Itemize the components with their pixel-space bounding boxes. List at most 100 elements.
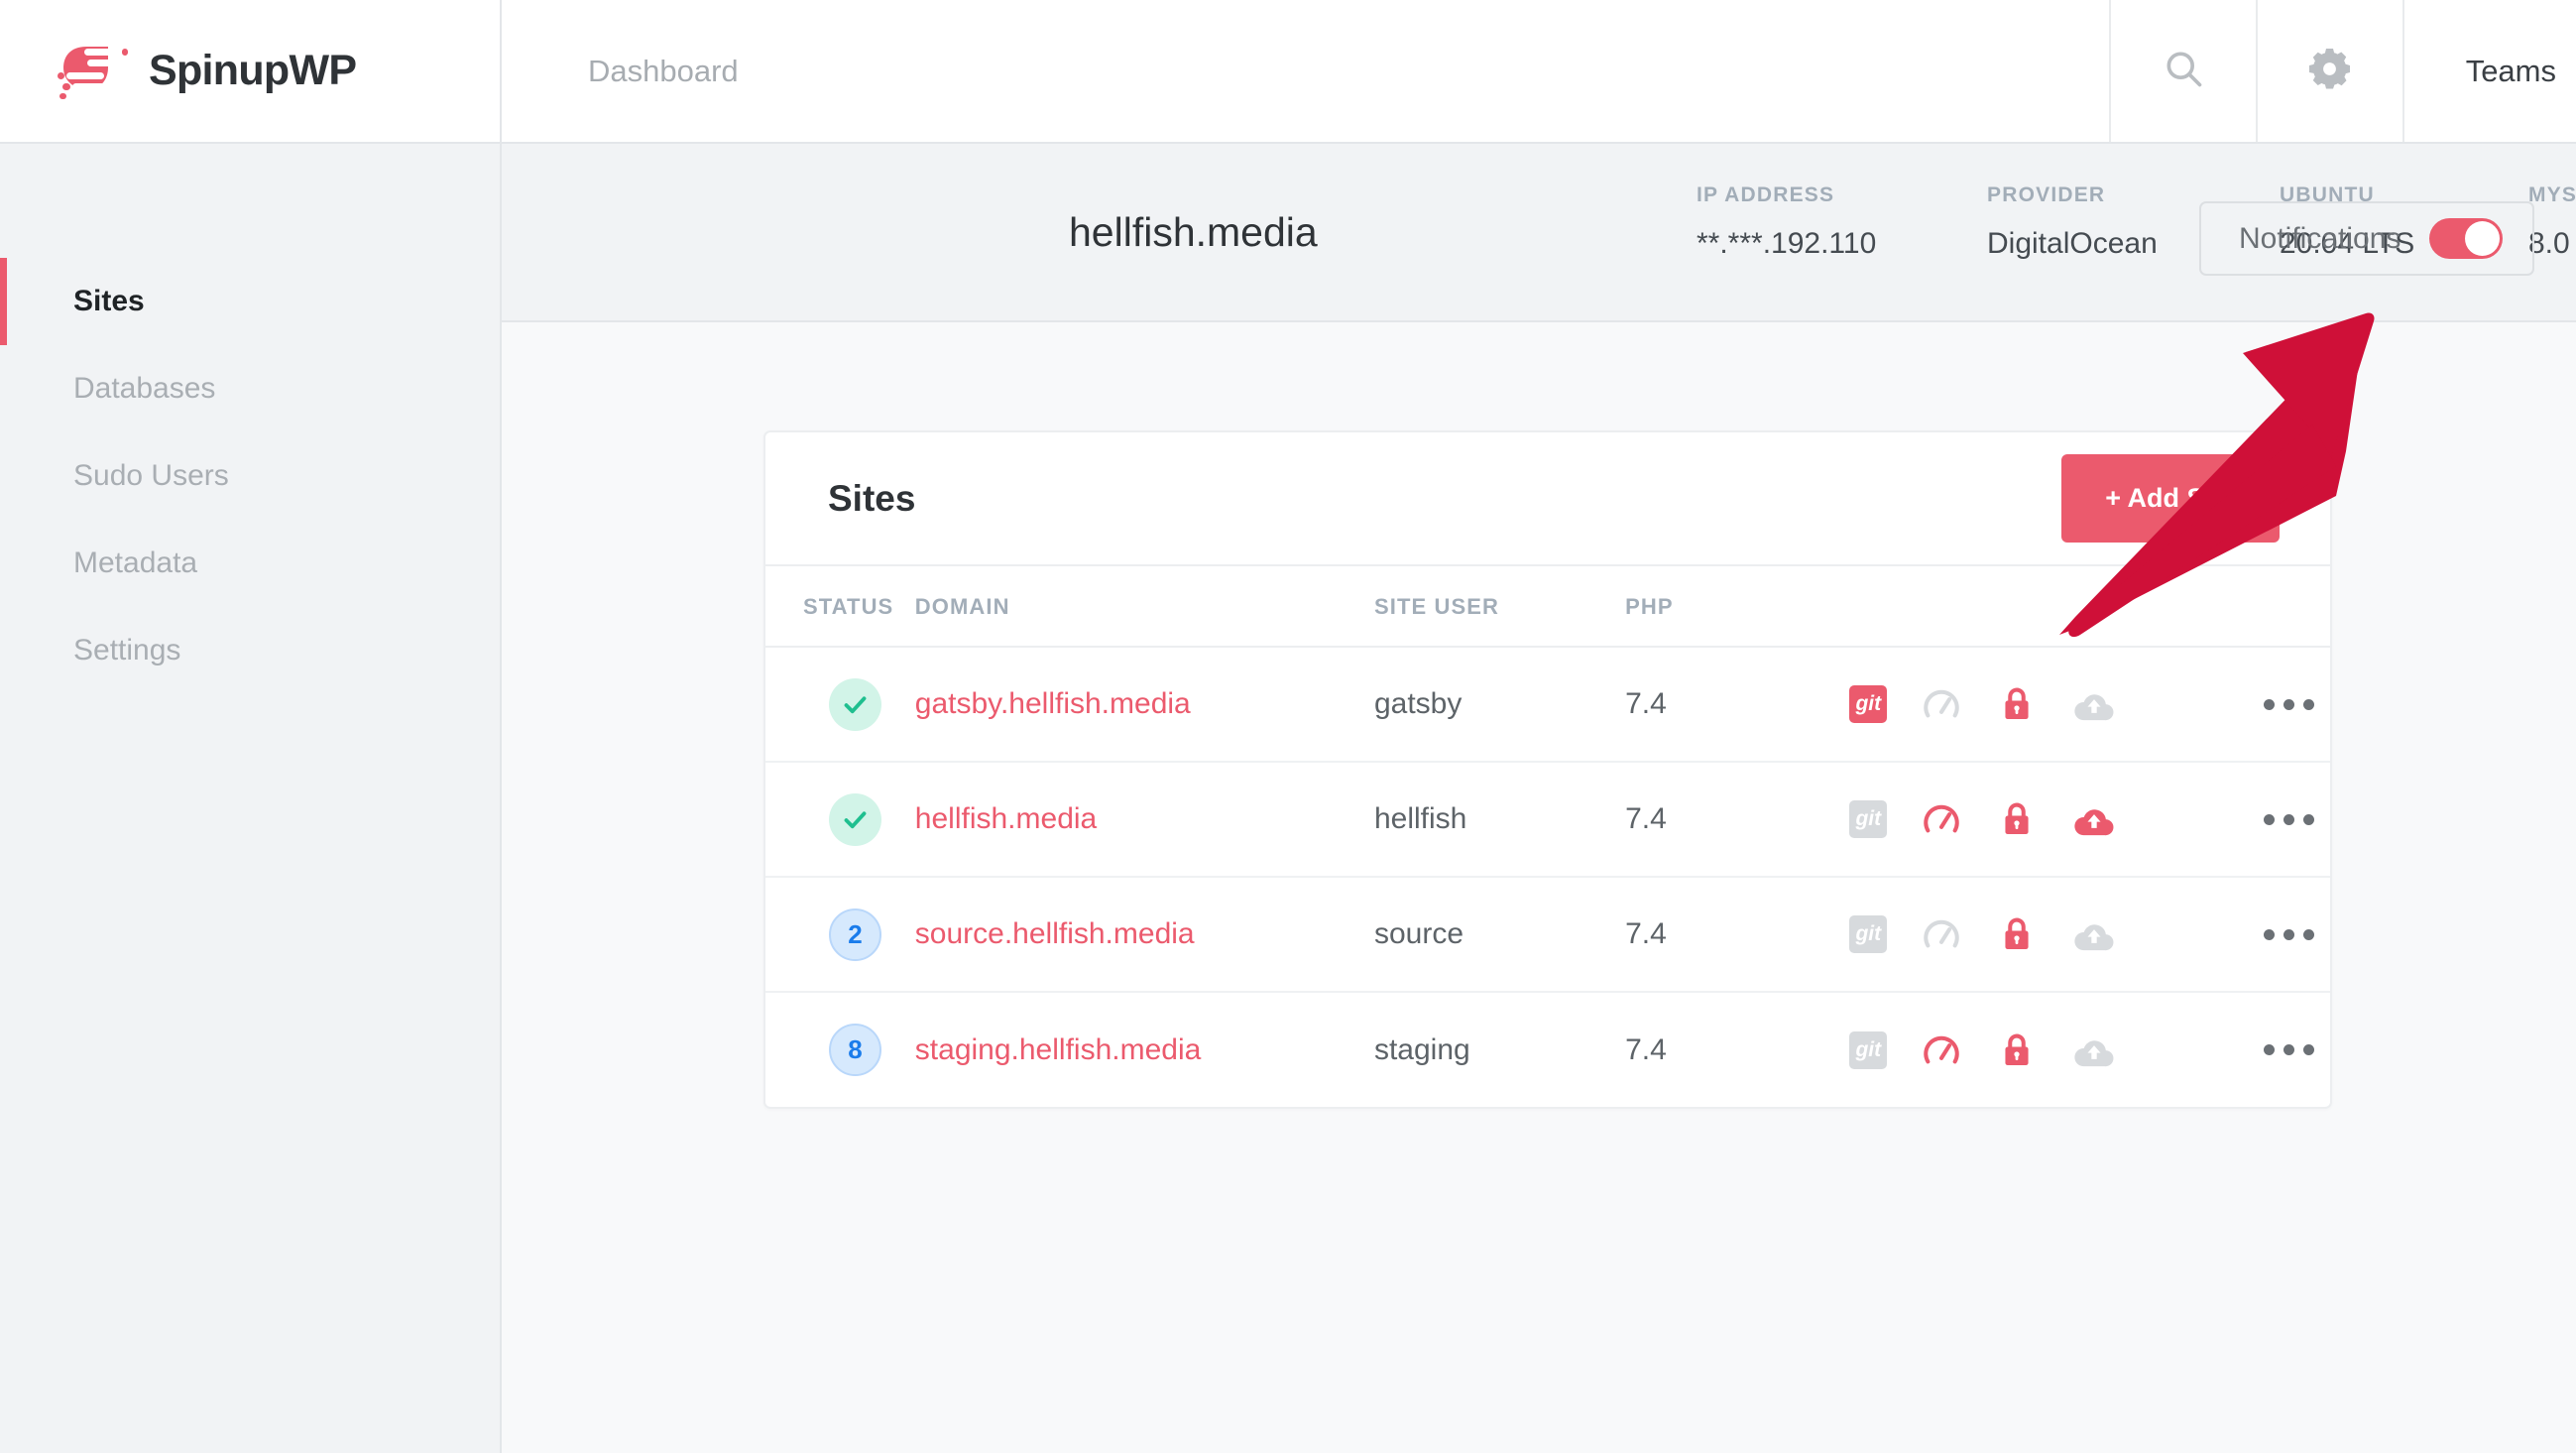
- status-badge-count: 2: [829, 908, 881, 961]
- backup-cloud-icon[interactable]: [2071, 913, 2114, 955]
- cell-domain[interactable]: source.hellfish.media: [914, 877, 1374, 993]
- cell-site-user: source: [1373, 877, 1626, 993]
- ellipsis-icon[interactable]: [2202, 1044, 2330, 1055]
- status-badge-count: 8: [829, 1024, 881, 1076]
- cell-domain[interactable]: staging.hellfish.media: [915, 992, 1374, 1107]
- cell-status: [765, 647, 915, 763]
- sidebar-item-label: Settings: [73, 634, 181, 666]
- check-icon: [844, 810, 867, 828]
- card-title: Sites: [828, 477, 916, 519]
- cell-site-user: hellfish: [1373, 762, 1626, 878]
- sidebar-item-label: Databases: [73, 372, 216, 405]
- git-icon[interactable]: git: [1849, 915, 1888, 953]
- status-badge-ok: [829, 677, 881, 731]
- content-area: Sites + Add Site STATUS DOMAIN SITE USER…: [502, 322, 2576, 1453]
- spinupwp-swoosh-icon: [57, 43, 138, 100]
- table-row[interactable]: 2 source.hellfish.media source 7.4 git: [765, 877, 2330, 993]
- cell-status: [765, 762, 915, 878]
- sidebar: SpinupWP Sites Databases Sudo Users Meta…: [0, 0, 502, 1453]
- table-row[interactable]: hellfish.media hellfish 7.4 git: [765, 762, 2330, 878]
- meta-label: PROVIDER: [1987, 183, 2106, 206]
- sites-card: Sites + Add Site STATUS DOMAIN SITE USER…: [763, 430, 2332, 1109]
- server-title: hellfish.media: [1069, 208, 1318, 255]
- sidebar-item-sudo-users[interactable]: Sudo Users: [0, 432, 500, 520]
- sidebar-item-databases[interactable]: Databases: [0, 345, 500, 432]
- ssl-lock-icon[interactable]: [1996, 798, 2038, 840]
- search-icon: [2162, 47, 2205, 95]
- cell-menu[interactable]: [2201, 762, 2330, 878]
- cell-icons: git: [1849, 992, 2201, 1107]
- git-icon[interactable]: git: [1849, 800, 1888, 838]
- php-value: 7.4: [1625, 1032, 1667, 1066]
- backup-cloud-icon[interactable]: [2071, 683, 2114, 725]
- table-row[interactable]: 8 staging.hellfish.media staging 7.4 git: [765, 992, 2330, 1107]
- sites-table: STATUS DOMAIN SITE USER PHP gatsby.hellf…: [765, 566, 2330, 1107]
- notifications-toggle[interactable]: Notifications: [2199, 201, 2534, 276]
- backup-cloud-icon[interactable]: [2071, 1029, 2114, 1071]
- meta-value: DigitalOcean: [1987, 227, 2158, 260]
- backup-cloud-icon[interactable]: [2071, 798, 2114, 840]
- column-header-site-user: SITE USER: [1373, 566, 1626, 648]
- domain-link[interactable]: staging.hellfish.media: [915, 1033, 1202, 1066]
- column-header-status: STATUS: [765, 566, 915, 648]
- settings-button[interactable]: [2255, 0, 2402, 142]
- cell-php: 7.4: [1625, 877, 1850, 993]
- cell-icons: git: [1849, 877, 2202, 993]
- brand-logo[interactable]: SpinupWP: [0, 0, 500, 144]
- cell-domain[interactable]: hellfish.media: [914, 762, 1374, 878]
- search-button[interactable]: [2108, 0, 2256, 142]
- meta-ip-address: IP ADDRESS **.***.192.110: [1697, 183, 1876, 261]
- notifications-label: Notifications: [2239, 221, 2401, 255]
- domain-link[interactable]: source.hellfish.media: [915, 917, 1195, 950]
- page-cache-icon[interactable]: [1921, 683, 1962, 725]
- php-value: 7.4: [1625, 802, 1667, 835]
- domain-link[interactable]: hellfish.media: [915, 802, 1097, 835]
- add-site-button[interactable]: + Add Site: [2061, 454, 2280, 543]
- sidebar-item-metadata[interactable]: Metadata: [0, 520, 500, 607]
- column-header-icons: [1849, 566, 2202, 648]
- teams-menu[interactable]: Teams: [2401, 0, 2576, 142]
- cell-menu[interactable]: [2202, 992, 2330, 1107]
- git-icon[interactable]: git: [1849, 685, 1888, 723]
- domain-link[interactable]: gatsby.hellfish.media: [915, 687, 1191, 720]
- cell-menu[interactable]: [2201, 877, 2330, 993]
- page-cache-icon[interactable]: [1921, 798, 1962, 840]
- check-icon: [844, 695, 867, 713]
- sidebar-nav: Sites Databases Sudo Users Metadata Sett…: [0, 258, 500, 694]
- toggle-switch-on[interactable]: [2429, 218, 2503, 259]
- cell-menu[interactable]: [2201, 647, 2330, 763]
- column-header-php: PHP: [1625, 566, 1850, 648]
- page-cache-icon[interactable]: [1921, 1029, 1962, 1071]
- status-badge-ok: [829, 792, 881, 846]
- row-icon-group: git: [1849, 913, 2201, 955]
- table-row[interactable]: gatsby.hellfish.media gatsby 7.4 git: [765, 647, 2330, 763]
- app-root: SpinupWP Sites Databases Sudo Users Meta…: [0, 0, 2576, 1453]
- git-icon[interactable]: git: [1849, 1030, 1888, 1069]
- sidebar-item-sites[interactable]: Sites: [0, 258, 500, 345]
- site-user-value: staging: [1373, 1032, 1470, 1066]
- sidebar-item-label: Sites: [73, 285, 145, 317]
- breadcrumb[interactable]: Dashboard: [502, 0, 2109, 142]
- ellipsis-icon[interactable]: [2202, 813, 2330, 825]
- ellipsis-icon[interactable]: [2202, 698, 2330, 710]
- meta-value: 8.0: [2528, 227, 2570, 260]
- cell-icons: git: [1849, 762, 2202, 878]
- ellipsis-icon[interactable]: [2202, 928, 2330, 940]
- cell-status: 8: [765, 992, 915, 1107]
- column-header-menu: [2201, 566, 2330, 648]
- column-header-domain: DOMAIN: [914, 566, 1374, 648]
- row-icon-group: git: [1849, 798, 2201, 840]
- cell-php: 7.4: [1625, 762, 1850, 878]
- teams-label: Teams: [2465, 53, 2556, 88]
- ssl-lock-icon[interactable]: [1996, 683, 2038, 725]
- cell-status: 2: [765, 877, 915, 993]
- ssl-lock-icon[interactable]: [1996, 913, 2038, 955]
- row-icon-group: git: [1849, 1029, 2201, 1071]
- ssl-lock-icon[interactable]: [1996, 1029, 2038, 1071]
- php-value: 7.4: [1625, 917, 1667, 950]
- sidebar-item-settings[interactable]: Settings: [0, 607, 500, 694]
- cell-domain[interactable]: gatsby.hellfish.media: [914, 647, 1374, 763]
- site-user-value: source: [1373, 917, 1464, 950]
- page-cache-icon[interactable]: [1921, 913, 1962, 955]
- php-value: 7.4: [1625, 687, 1667, 720]
